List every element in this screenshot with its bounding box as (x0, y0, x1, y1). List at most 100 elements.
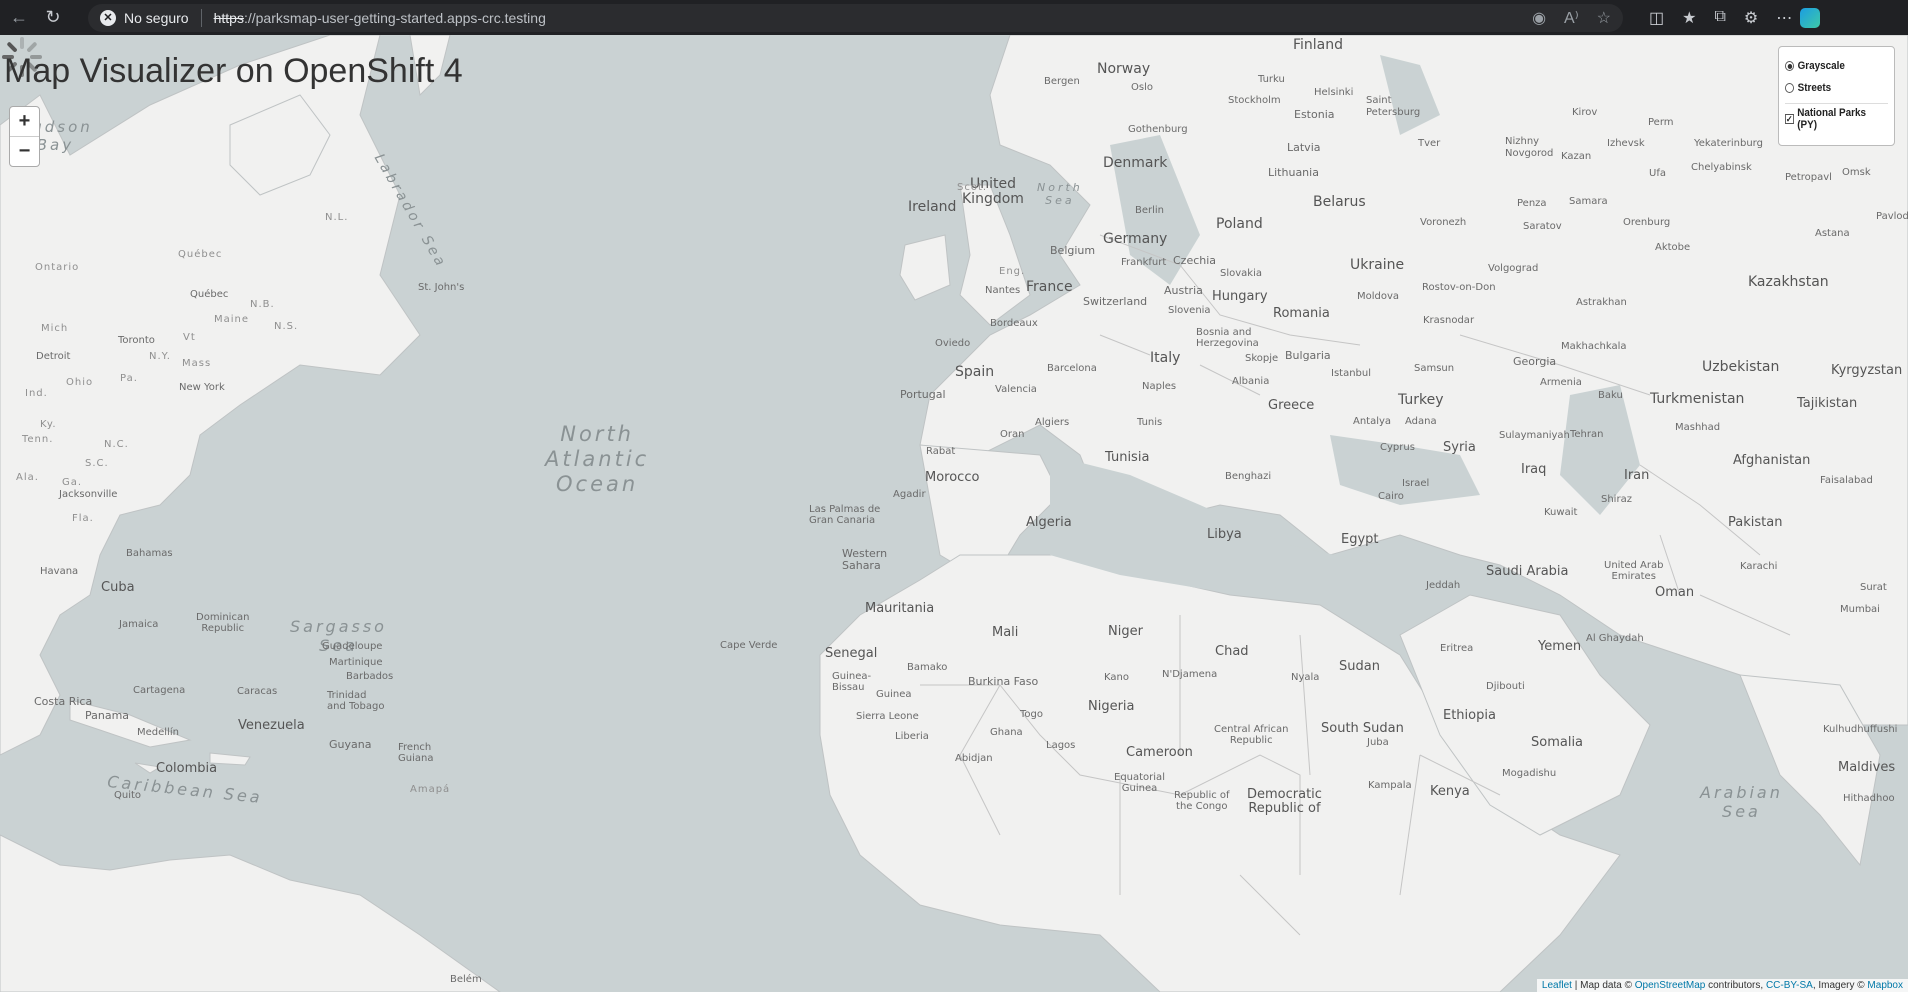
zoom-out-button[interactable]: − (10, 136, 39, 166)
province-label: Fla. (72, 513, 94, 524)
country-label: Cyprus (1380, 442, 1415, 453)
city-label: Kulhudhuffushi (1823, 724, 1898, 735)
sea-label: Arabian Sea (1700, 783, 1783, 822)
city-label: Kirov (1572, 107, 1598, 118)
city-label: Chelyabinsk (1691, 162, 1752, 173)
city-label: Penza (1517, 198, 1547, 209)
country-label: Bosnia and Herzegovina (1196, 327, 1259, 349)
city-label: Bamako (907, 662, 948, 673)
city-label: Caracas (237, 686, 278, 697)
base-layer-streets[interactable]: Streets (1785, 77, 1878, 99)
province-label: Ala. (16, 472, 39, 483)
province-label: N.L. (325, 212, 349, 223)
not-secure-icon[interactable]: ✕ (100, 9, 116, 26)
url-text[interactable]: ://parksmap-user-getting-started.apps-cr… (244, 10, 546, 26)
city-label: Barcelona (1047, 363, 1097, 374)
city-label: Nantes (985, 285, 1021, 296)
layer-label: Streets (1797, 82, 1832, 94)
back-icon[interactable]: ← (2, 1, 36, 35)
city-label: Shiraz (1601, 494, 1632, 505)
province-label: Maine (214, 314, 250, 325)
leaflet-link[interactable]: Leaflet (1542, 980, 1572, 991)
country-label: Romania (1273, 306, 1330, 321)
radio-icon[interactable] (1785, 83, 1794, 93)
zoom-control: + − (9, 106, 40, 167)
country-label: Iran (1624, 468, 1650, 483)
more-icon[interactable]: ⋯ (1776, 8, 1792, 28)
country-label: South Sudan (1321, 721, 1404, 736)
basemap (0, 35, 1908, 992)
country-label: Yemen (1538, 639, 1582, 654)
city-label: Hithadhoo (1843, 793, 1895, 804)
country-label: Guyana (329, 738, 372, 751)
country-label: Sierra Leone (856, 711, 919, 722)
base-layer-grayscale[interactable]: Grayscale (1785, 55, 1878, 77)
favorites-icon[interactable]: ★ (1682, 8, 1696, 28)
extensions-icon[interactable]: ⚙ (1744, 8, 1758, 28)
country-label: Bulgaria (1285, 349, 1331, 362)
city-label: Abidjan (955, 753, 993, 764)
city-label: Skopje (1245, 353, 1279, 364)
city-label: Stockholm (1228, 95, 1281, 106)
favorite-star-icon[interactable]: ☆ (1597, 8, 1611, 28)
country-label: Guinea- Bissau (832, 671, 872, 693)
country-label: Niger (1108, 624, 1143, 639)
city-label: Omsk (1842, 167, 1871, 178)
city-label: Detroit (36, 351, 71, 362)
url-scheme[interactable]: https (214, 10, 244, 26)
country-label: Ghana (990, 727, 1023, 738)
country-label: Kazakhstan (1748, 274, 1829, 290)
country-label: Liberia (895, 731, 929, 742)
city-label: Martinique (329, 657, 383, 668)
country-label: Central African Republic (1214, 724, 1289, 746)
country-label: Western Sahara (842, 547, 888, 572)
map-attribution: Leaflet | Map data © OpenStreetMap contr… (1536, 979, 1908, 992)
country-label: Kuwait (1544, 507, 1578, 518)
province-label: N.Y. (149, 351, 171, 362)
country-label: Hungary (1212, 289, 1268, 304)
country-label: Spain (955, 364, 995, 380)
address-bar[interactable]: ✕ No seguro https://parksmap-user-gettin… (88, 3, 1623, 32)
copilot-icon[interactable] (1800, 7, 1821, 28)
country-label: Kyrgyzstan (1831, 363, 1903, 378)
zoom-in-button[interactable]: + (10, 107, 39, 136)
osm-link[interactable]: OpenStreetMap (1635, 980, 1706, 991)
city-label: New York (179, 382, 225, 393)
country-label: Kenya (1430, 784, 1470, 799)
checkbox-checked-icon[interactable]: ✓ (1785, 114, 1794, 124)
country-label: Colombia (156, 761, 218, 776)
city-label: Mumbai (1840, 604, 1880, 615)
reload-icon[interactable]: ↻ (36, 1, 70, 35)
country-label: Djibouti (1486, 681, 1525, 692)
city-label: Belém (450, 974, 482, 985)
sea-label: North Sea (1037, 181, 1083, 208)
country-label: Afghanistan (1733, 453, 1811, 468)
city-label: Astana (1815, 228, 1850, 239)
location-icon[interactable]: ◉ (1532, 8, 1546, 28)
country-label: France (1026, 279, 1073, 295)
country-label: Lithuania (1268, 166, 1319, 179)
city-label: Petropavl (1785, 172, 1832, 183)
country-label: Portugal (900, 388, 946, 401)
overlay-national-parks[interactable]: ✓ National Parks (PY) (1785, 107, 1878, 131)
security-label[interactable]: No seguro (124, 10, 189, 26)
province-label: Amapá (410, 784, 451, 795)
city-label: Oslo (1131, 82, 1153, 93)
city-label: Tehran (1570, 429, 1604, 440)
read-aloud-icon[interactable]: A⁾ (1564, 8, 1579, 28)
split-screen-icon[interactable]: ◫ (1649, 8, 1664, 28)
map-canvas[interactable]: North Atlantic Ocean Sargasso Sea Caribb… (0, 35, 1908, 992)
license-link[interactable]: CC-BY-SA (1766, 980, 1813, 991)
country-label: Denmark (1103, 155, 1168, 171)
country-label: Finland (1293, 37, 1344, 53)
city-label: Kazan (1561, 151, 1592, 162)
city-label: Naples (1142, 381, 1177, 392)
country-label: Venezuela (238, 718, 305, 733)
radio-selected-icon[interactable] (1785, 61, 1794, 71)
attribution-text: | Map data © (1571, 980, 1635, 991)
mapbox-link[interactable]: Mapbox (1867, 980, 1903, 991)
province-label: Eng. (999, 266, 1026, 277)
collections-icon[interactable]: ⧉ (1714, 8, 1725, 28)
country-label: Slovenia (1168, 305, 1211, 316)
city-label: Medellín (137, 727, 179, 738)
